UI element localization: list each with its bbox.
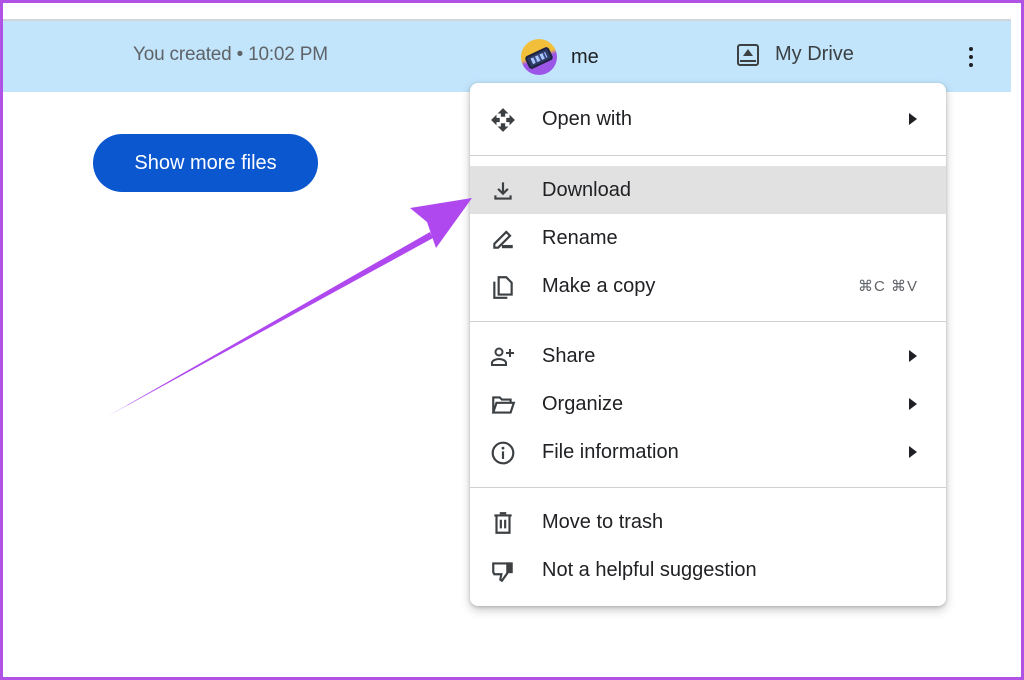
menu-divider — [470, 155, 946, 156]
top-strip — [3, 3, 1021, 19]
my-drive-icon — [737, 43, 759, 66]
location-label: My Drive — [775, 43, 854, 65]
trash-icon — [494, 512, 512, 534]
avatar-phone-icon — [521, 39, 557, 75]
open-with-icon — [491, 108, 515, 132]
menu-item-not-helpful[interactable]: Not a helpful suggestion — [470, 546, 946, 594]
menu-item-label: Not a helpful suggestion — [542, 558, 757, 581]
context-menu: Open with Download Rename Make a copy ⌘C… — [470, 83, 946, 606]
file-location[interactable]: My Drive — [737, 43, 854, 66]
file-created-meta: You created • 10:02 PM — [133, 44, 328, 65]
thumb-down-icon — [492, 562, 513, 583]
rename-pencil-icon — [493, 230, 513, 249]
menu-divider — [470, 321, 946, 322]
show-more-files-button[interactable]: Show more files — [93, 134, 318, 192]
menu-item-rename[interactable]: Rename — [470, 214, 946, 262]
menu-divider — [470, 487, 946, 488]
menu-item-open-with[interactable]: Open with — [470, 95, 946, 143]
person-add-icon — [491, 347, 514, 366]
folder-open-icon — [491, 396, 516, 414]
menu-item-move-to-trash[interactable]: Move to trash — [470, 498, 946, 546]
submenu-arrow-icon — [909, 350, 917, 362]
owner-name: me — [571, 45, 599, 68]
menu-item-label: Open with — [542, 107, 633, 130]
submenu-arrow-icon — [909, 113, 917, 125]
more-actions-button[interactable] — [959, 39, 983, 75]
menu-item-share[interactable]: Share — [470, 332, 946, 380]
download-icon — [494, 182, 512, 200]
submenu-arrow-icon — [909, 398, 917, 410]
menu-item-label: Share — [542, 344, 596, 367]
info-icon — [491, 441, 515, 465]
keyboard-shortcut: ⌘C ⌘V — [857, 278, 918, 295]
menu-item-label: Rename — [542, 226, 618, 249]
menu-item-download[interactable]: Download — [470, 166, 946, 214]
menu-item-label: Move to trash — [542, 510, 664, 533]
menu-item-label: File information — [542, 440, 679, 463]
menu-item-label: Download — [542, 178, 631, 201]
menu-item-file-information[interactable]: File information — [470, 428, 946, 476]
menu-item-label: Organize — [542, 392, 624, 415]
menu-item-organize[interactable]: Organize — [470, 380, 946, 428]
selected-file-row[interactable]: You created • 10:02 PM me My Drive — [3, 19, 1011, 92]
more-vert-icon — [969, 47, 973, 51]
copy-icon — [493, 276, 513, 299]
menu-item-label: Make a copy — [542, 274, 656, 297]
submenu-arrow-icon — [909, 446, 917, 458]
menu-item-make-a-copy[interactable]: Make a copy ⌘C ⌘V — [470, 262, 946, 310]
file-owner: me — [521, 39, 599, 75]
